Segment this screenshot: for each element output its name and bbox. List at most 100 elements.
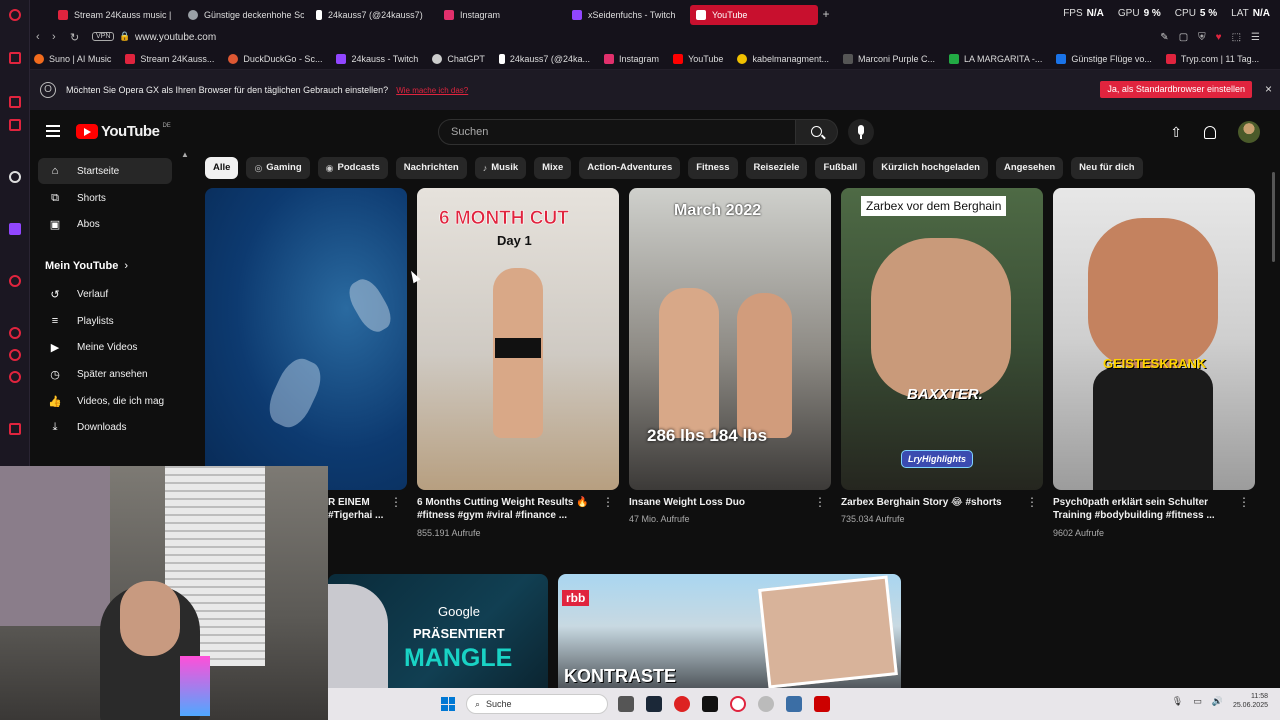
sidebar-item-history[interactable]: ↺ Verlauf [38, 281, 172, 307]
menu-icon[interactable]: ☰ [1251, 32, 1260, 43]
more-icon[interactable]: ⋮ [390, 496, 402, 508]
epic-icon[interactable] [702, 696, 718, 712]
app-icon[interactable] [814, 696, 830, 712]
scroll-up-icon[interactable]: ▲ [181, 150, 189, 159]
short-thumbnail-4[interactable]: Zarbex vor dem Berghain BAXXTER. LryHigh… [841, 188, 1043, 490]
opera-logo-icon[interactable] [9, 9, 21, 21]
tab-youtube[interactable]: YouTube [690, 5, 818, 25]
sidebar-item-playlists[interactable]: ≡ Playlists [38, 308, 172, 334]
menu-icon[interactable] [46, 125, 60, 137]
chip-recent[interactable]: Kürzlich hochgeladen [873, 157, 988, 179]
chip-watched[interactable]: Angesehen [995, 157, 1064, 179]
more-icon[interactable]: ⋮ [814, 496, 826, 508]
clock[interactable]: 11:58 25.06.2025 [1233, 692, 1268, 710]
taskbar-search[interactable]: ⌕ Suche [466, 694, 608, 714]
heart-icon[interactable]: ♥ [1216, 32, 1222, 43]
bookmark-duckduckgo[interactable]: DuckDuckGo - Sc... [228, 53, 322, 64]
new-tab-button[interactable]: + [820, 8, 832, 20]
snapshot-icon[interactable]: ▢ [1179, 32, 1188, 43]
short-title-5[interactable]: Psych0path erklärt sein Schulter Training… [1053, 496, 1231, 522]
chip-football[interactable]: Fußball [815, 157, 866, 179]
voice-search-button[interactable] [848, 119, 874, 145]
short-thumbnail-5[interactable]: GEISTESKRANK [1053, 188, 1255, 490]
chip-podcasts[interactable]: ◉ Podcasts [317, 157, 388, 179]
short-thumbnail-3[interactable]: March 2022 286 lbs 184 lbs [629, 188, 831, 490]
reload-icon[interactable]: ↻ [70, 31, 79, 44]
bookmark-kabel[interactable]: kabelmanagment... [737, 53, 829, 64]
tab-instagram[interactable]: Instagram [438, 5, 558, 25]
sidebar-item-downloads[interactable]: ⤓ Downloads [38, 414, 172, 440]
video-thumbnail-kontraste[interactable]: rbb KONTRASTE [558, 574, 901, 690]
youtube-logo[interactable]: YouTube DE [76, 123, 171, 140]
url-field[interactable]: www.youtube.com [135, 32, 216, 43]
notice-help-link[interactable]: Wie mache ich das? [396, 86, 468, 95]
chip-travel[interactable]: Reiseziele [745, 157, 808, 179]
pin-icon[interactable]: ✎ [1160, 32, 1168, 43]
bookmark-youtube[interactable]: YouTube [673, 53, 723, 64]
youtube-icon[interactable] [9, 423, 21, 435]
short-thumbnail-1[interactable] [205, 188, 407, 490]
gx-corner-icon[interactable] [9, 52, 21, 64]
upload-icon[interactable]: ⇧ [1170, 124, 1182, 141]
section-title-mein-youtube[interactable]: Mein YouTube › [45, 260, 128, 272]
more-icon[interactable]: ⋮ [1238, 496, 1250, 508]
bookmark-suno[interactable]: Suno | AI Music [34, 53, 111, 64]
bookmark-tiktok[interactable]: 24kauss7 (@24ka... [498, 53, 590, 64]
tab-twitch[interactable]: xSeidenfuchs - Twitch [566, 5, 688, 25]
gx-control-icon[interactable] [9, 96, 21, 108]
sidebar-item-shorts[interactable]: ⧉ Shorts [38, 185, 172, 211]
settings-icon[interactable] [786, 696, 802, 712]
bookmark-flights[interactable]: Günstige Flüge vo... [1056, 53, 1152, 64]
app-icon[interactable] [758, 696, 774, 712]
more-icon[interactable]: ⋮ [602, 496, 614, 508]
search-button[interactable] [796, 119, 838, 145]
chip-new[interactable]: Neu für dich [1071, 157, 1143, 179]
short-title-2[interactable]: 6 Months Cutting Weight Results 🔥 #fitnes… [417, 496, 595, 522]
chip-fitness[interactable]: Fitness [688, 157, 738, 179]
extensions-icon[interactable]: ⬚ [1232, 32, 1241, 43]
app-icon[interactable] [674, 696, 690, 712]
short-title-4[interactable]: Zarbex Berghain Story 😂 #shorts [841, 496, 1019, 509]
chip-all[interactable]: Alle [205, 157, 239, 179]
sidebar-item-my-videos[interactable]: ▶ Meine Videos [38, 334, 172, 360]
chip-mixes[interactable]: Mixe [534, 157, 572, 179]
short-thumbnail-2[interactable]: 6 MONTH CUT Day 1 [417, 188, 619, 490]
chip-news[interactable]: Nachrichten [395, 157, 467, 179]
search-input[interactable] [439, 120, 795, 144]
mic-icon[interactable]: 🎙 [1172, 696, 1183, 707]
file-explorer-icon[interactable] [618, 696, 634, 712]
video-thumbnail-google[interactable]: Google PRÄSENTIERT MANGLE [328, 574, 548, 690]
short-title-1[interactable]: R EINEM #Tigerhai ... [328, 496, 398, 522]
sidebar-item-subscriptions[interactable]: ▣ Abos [38, 211, 172, 237]
bookmark-stream[interactable]: Stream 24Kauss... [125, 53, 214, 64]
chip-music[interactable]: ♪ Musik [474, 157, 527, 179]
opera-gx-icon[interactable] [730, 696, 746, 712]
short-title-3[interactable]: Insane Weight Loss Duo [629, 496, 807, 509]
shield-icon[interactable]: ⛨ [1198, 32, 1206, 43]
bookmark-marconi[interactable]: Marconi Purple C... [842, 53, 935, 64]
network-icon[interactable]: ▭ [1193, 696, 1202, 707]
page-scrollbar[interactable] [1272, 172, 1275, 262]
close-icon[interactable]: × [1265, 82, 1272, 96]
settings-icon[interactable] [9, 371, 21, 383]
chip-gaming[interactable]: ◎ Gaming [246, 157, 310, 179]
windows-start-icon[interactable] [441, 697, 455, 711]
vpn-badge[interactable]: VPN [92, 32, 115, 41]
workspace-icon[interactable] [9, 119, 21, 131]
bookmark-instagram[interactable]: Instagram [604, 53, 659, 64]
tab-stream[interactable]: Stream 24Kauss music | [52, 5, 176, 25]
notifications-icon[interactable] [1204, 125, 1216, 139]
player-icon[interactable] [9, 275, 21, 287]
twitch-icon[interactable] [9, 223, 21, 235]
more-icon[interactable]: ⋮ [1026, 496, 1038, 508]
volume-icon[interactable]: 🔊 [1212, 696, 1223, 707]
bookmark-margarita[interactable]: LA MARGARITA -... [949, 53, 1042, 64]
set-default-button[interactable]: Ja, als Standardbrowser einstellen [1100, 81, 1252, 98]
history-icon[interactable] [9, 327, 21, 339]
tab-deckenhohe[interactable]: Günstige deckenhohe Sc [182, 5, 304, 25]
tiktok-icon[interactable] [9, 171, 21, 183]
sidebar-item-home[interactable]: ⌂ Startseite [38, 158, 172, 184]
sidebar-item-watch-later[interactable]: ◷ Später ansehen [38, 361, 172, 387]
sidebar-item-liked[interactable]: 👍 Videos, die ich mag [38, 388, 172, 414]
chip-action-adventures[interactable]: Action-Adventures [579, 157, 681, 179]
